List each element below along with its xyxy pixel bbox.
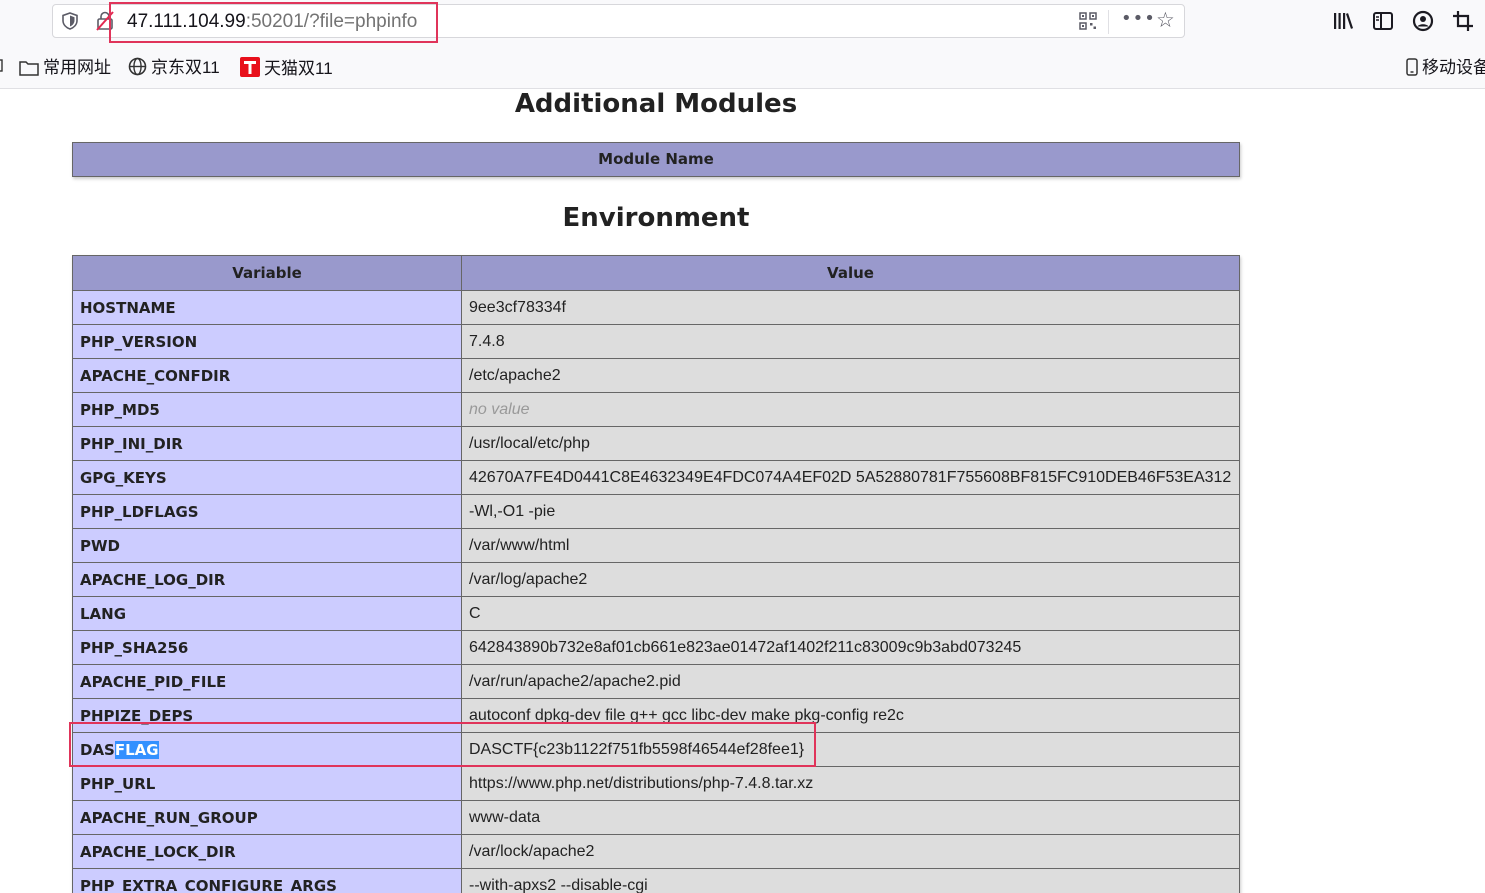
mobile-device-icon (1406, 58, 1418, 82)
env-variable-value: /var/log/apache2 (461, 562, 1240, 597)
env-variable-name: APACHE_CONFDIR (72, 358, 462, 393)
tmall-icon (240, 57, 260, 83)
table-row: APACHE_LOCK_DIR/var/lock/apache2 (72, 834, 1240, 869)
name-prefix: DAS (80, 740, 115, 759)
env-variable-name: PHP_INI_DIR (72, 426, 462, 461)
env-variable-value: /var/run/apache2/apache2.pid (461, 664, 1240, 699)
table-header-row: Variable Value (72, 255, 1240, 291)
account-icon[interactable] (1412, 10, 1434, 32)
table-row-dasflag: DASFLAG DASCTF{c23b1122f751fb5598f46544ef… (72, 732, 1240, 767)
tracking-protection-shield-icon[interactable] (61, 12, 79, 30)
globe-icon (128, 57, 147, 82)
env-variable-value: no value (461, 392, 1240, 427)
env-variable-value: www-data (461, 800, 1240, 835)
mobile-bookmarks[interactable]: 移动设备 (1406, 57, 1485, 82)
env-variable-value: /usr/local/etc/php (461, 426, 1240, 461)
env-variable-value: /var/www/html (461, 528, 1240, 563)
env-variable-value: https://www.php.net/distributions/php-7.… (461, 766, 1240, 801)
mobile-bookmarks-label: 移动设备 (1422, 58, 1485, 77)
env-variable-name: APACHE_LOG_DIR (72, 562, 462, 597)
bookmarks-toolbar: 常用网址 京东双11 天猫双11 移动设备 (0, 44, 1485, 89)
env-variable-value: --with-apxs2 --disable-cgi (461, 868, 1240, 893)
table-row: HOSTNAME 9ee3cf78334f (72, 290, 1240, 325)
selected-search-text: FLAG (114, 740, 159, 759)
env-variable-name: DASFLAG (72, 732, 462, 767)
url-bar-separator (1108, 10, 1109, 34)
env-variable-name: PHPIZE_DEPS (72, 698, 462, 733)
flag-value: DASCTF{c23b1122f751fb5598f46544ef28fee1} (461, 732, 1240, 767)
env-variable-value: 642843890b732e8af01cb661e823ae01472af140… (461, 630, 1240, 665)
variable-column-header: Variable (72, 255, 462, 291)
bookmark-item-jd[interactable]: 京东双11 (128, 57, 220, 82)
environment-table: Variable Value HOSTNAME 9ee3cf78334f PHP_… (72, 255, 1240, 893)
bookmark-star-icon[interactable]: ☆ (1156, 9, 1175, 31)
bookmark-label: 京东双11 (151, 58, 220, 77)
library-icon[interactable] (1332, 10, 1354, 32)
env-variable-value: 7.4.8 (461, 324, 1240, 359)
env-variable-name: HOSTNAME (72, 290, 462, 325)
env-variable-name: PWD (72, 528, 462, 563)
env-variable-value: autoconf dpkg-dev file g++ gcc libc-dev … (461, 698, 1240, 733)
folder-icon (19, 59, 39, 82)
browser-toolbar: 47.111.104.99:50201/?file=phpinfo ••• ☆ (0, 0, 1485, 44)
table-row: PHP_MD5 no value (72, 392, 1240, 427)
module-name-header: Module Name (72, 142, 1240, 177)
table-row: APACHE_RUN_GROUP www-data (72, 800, 1240, 835)
page-content: Additional Modules Module Name Environme… (0, 89, 1485, 893)
bookmark-partial-icon[interactable] (0, 57, 4, 79)
env-variable-name: PHP_MD5 (72, 392, 462, 427)
env-variable-name: PHP_URL (72, 766, 462, 801)
additional-modules-title: Additional Modules (514, 89, 798, 119)
url-annotation-box (109, 2, 438, 43)
table-row: PHP_VERSION 7.4.8 (72, 324, 1240, 359)
env-variable-name: PHP_LDFLAGS (72, 494, 462, 529)
env-variable-name: PHP_VERSION (72, 324, 462, 359)
env-variable-value: 9ee3cf78334f (461, 290, 1240, 325)
table-row: PHP_EXTRA_CONFIGURE_ARGS --with-apxs2 --d… (72, 868, 1240, 893)
table-row: APACHE_LOG_DIR/var/log/apache2 (72, 562, 1240, 597)
table-row: GPG_KEYS 42670A7FE4D0441C8E4632349E4FDC07… (72, 460, 1240, 495)
bookmark-item-common-sites[interactable]: 常用网址 (19, 57, 111, 82)
value-column-header: Value (461, 255, 1240, 291)
env-variable-name: PHP_EXTRA_CONFIGURE_ARGS (72, 868, 462, 893)
sidebar-icon[interactable] (1372, 10, 1394, 32)
env-variable-value: -Wl,-O1 -pie (461, 494, 1240, 529)
page-actions-more-icon[interactable]: ••• (1121, 10, 1156, 30)
env-variable-name: APACHE_RUN_GROUP (72, 800, 462, 835)
env-variable-name: LANG (72, 596, 462, 631)
table-row: PHPIZE_DEPS autoconf dpkg-dev file g++ gc… (72, 698, 1240, 733)
table-row: APACHE_CONFDIR/etc/apache2 (72, 358, 1240, 393)
env-variable-name: GPG_KEYS (72, 460, 462, 495)
screenshot-crop-icon[interactable] (1452, 10, 1474, 32)
bookmark-label: 天猫双11 (264, 59, 333, 78)
env-variable-name: PHP_SHA256 (72, 630, 462, 665)
table-row: PWD/var/www/html (72, 528, 1240, 563)
table-row: PHP_SHA256 642843890b732e8af01cb661e823ae… (72, 630, 1240, 665)
table-row: APACHE_PID_FILE/var/run/apache2/apache2.… (72, 664, 1240, 699)
table-row: LANG C (72, 596, 1240, 631)
env-variable-name: APACHE_LOCK_DIR (72, 834, 462, 869)
qr-code-icon[interactable] (1079, 12, 1097, 30)
env-variable-value: /var/lock/apache2 (461, 834, 1240, 869)
bookmark-label: 常用网址 (43, 58, 111, 77)
env-variable-value: C (461, 596, 1240, 631)
environment-title: Environment (562, 203, 750, 233)
table-row: PHP_INI_DIR/usr/local/etc/php (72, 426, 1240, 461)
table-row: PHP_URL https://www.php.net/distributions… (72, 766, 1240, 801)
table-row: PHP_LDFLAGS -Wl,-O1 -pie (72, 494, 1240, 529)
env-variable-value: 42670A7FE4D0441C8E4632349E4FDC074A4EF02D… (461, 460, 1240, 495)
env-variable-name: APACHE_PID_FILE (72, 664, 462, 699)
env-variable-value: /etc/apache2 (461, 358, 1240, 393)
bookmark-item-tmall[interactable]: 天猫双11 (240, 57, 333, 83)
